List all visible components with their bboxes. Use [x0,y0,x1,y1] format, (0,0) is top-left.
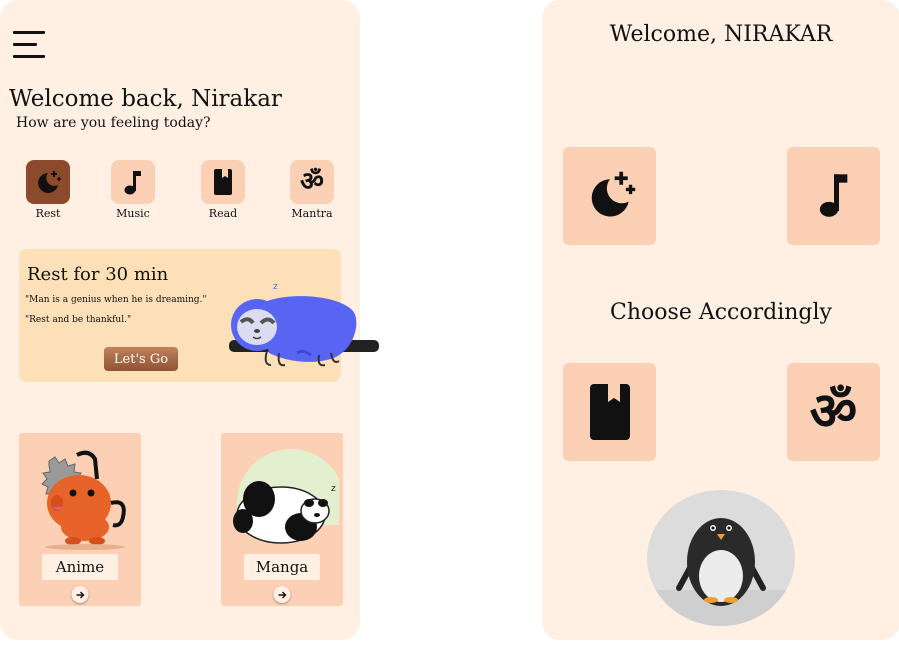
category-mantra-label: Mantra [291,207,333,220]
book-icon [214,169,232,195]
choose-screen: Welcome, NIRAKAR Choose Accordingly ॐ [542,0,899,640]
moon-stars-icon [38,171,61,193]
penguin-avatar [647,490,795,626]
rest-card-title: Rest for 30 min [27,264,169,285]
moon-stars-icon [591,171,635,217]
right-welcome-title: Welcome, NIRAKAR [609,22,833,47]
lets-go-button[interactable]: Let's Go [104,347,178,371]
om-icon: ॐ [809,382,858,442]
anime-arrow-button[interactable] [71,586,89,603]
anime-card[interactable]: Anime [19,433,141,606]
manga-label: Manga [244,554,320,580]
choose-accordingly-heading: Choose Accordingly [610,300,832,325]
category-mantra[interactable]: ॐ Mantra [282,160,342,220]
category-mantra-tile[interactable]: ॐ [290,160,334,204]
rest-option-tile[interactable] [563,147,656,245]
rest-card: Rest for 30 min "Man is a genius when he… [19,249,379,382]
manga-card[interactable]: z Manga [221,433,343,606]
category-read-label: Read [208,207,238,220]
arrow-right-icon [278,591,286,598]
category-rest[interactable]: Rest [18,160,78,220]
category-music-label: Music [116,207,150,220]
category-rest-tile[interactable] [26,160,70,204]
hamburger-menu-icon[interactable] [13,31,45,59]
rest-quote-1: "Man is a genius when he is dreaming." [25,295,207,305]
rest-quote-2: "Rest and be thankful." [25,315,132,325]
category-rest-label: Rest [35,207,61,220]
welcome-subtitle: How are you feeling today? [16,115,211,131]
om-icon: ॐ [300,167,324,197]
welcome-title: Welcome back, Nirakar [9,86,282,112]
anime-label: Anime [42,554,118,580]
chainsaw-dog-illustration [41,450,126,550]
sleep-z-mark: z [273,282,278,292]
sleeping-panda-illustration: z [229,449,339,551]
category-read-tile[interactable] [201,160,245,204]
mantra-option-tile[interactable]: ॐ [787,363,880,461]
arrow-right-icon [76,591,84,598]
category-music[interactable]: Music [103,160,163,220]
read-option-tile[interactable] [563,363,656,461]
category-music-tile[interactable] [111,160,155,204]
category-read[interactable]: Read [193,160,253,220]
book-icon [589,384,630,440]
manga-arrow-button[interactable] [273,586,291,603]
sleeping-sloth-illustration: z [229,282,379,367]
music-option-tile[interactable] [787,147,880,245]
home-screen: Welcome back, Nirakar How are you feelin… [0,0,379,640]
music-note-icon [819,174,847,217]
panda-sleep-z-mark: z [331,484,336,494]
music-note-icon [124,171,141,195]
penguin-illustration [647,490,795,626]
